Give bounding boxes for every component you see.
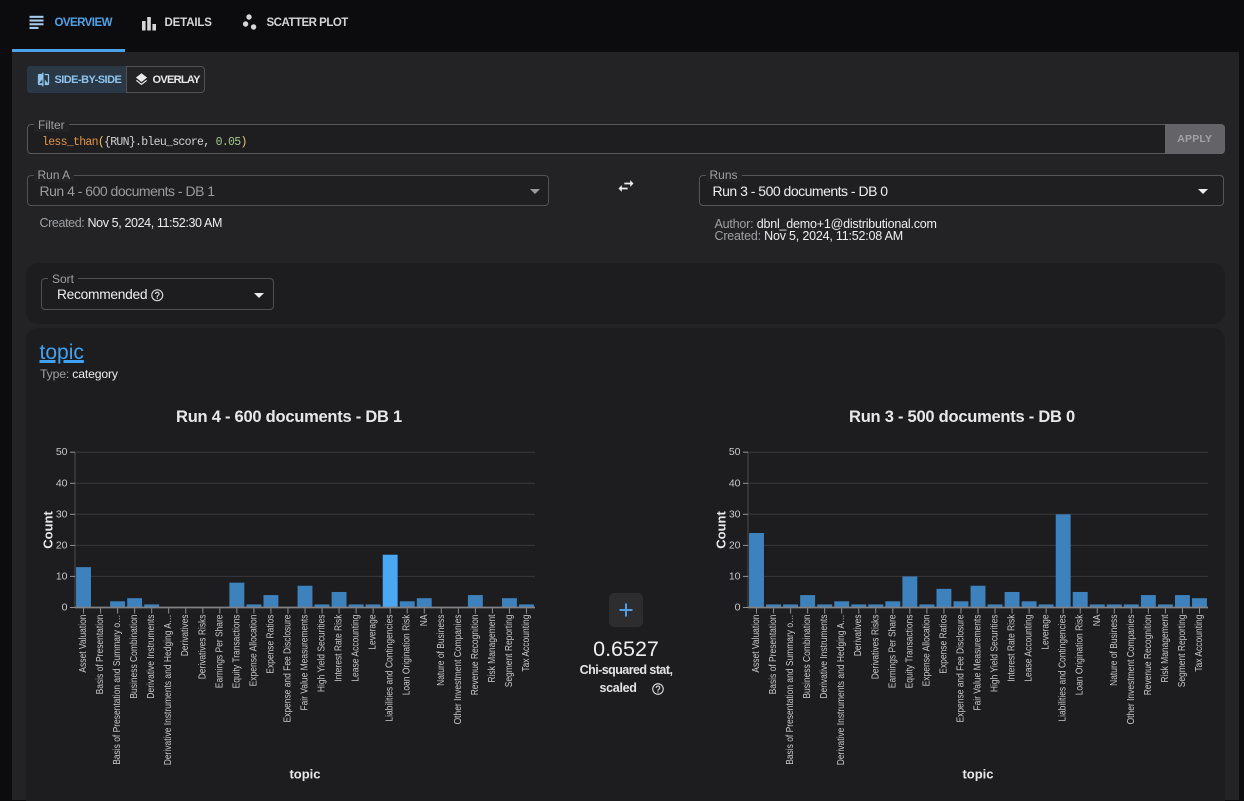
svg-text:0: 0 — [735, 602, 741, 614]
svg-text:Liabilities and Contingencies: Liabilities and Contingencies — [385, 615, 396, 722]
svg-text:Tax Accounting: Tax Accounting — [521, 615, 532, 672]
svg-text:Derivatives: Derivatives — [853, 615, 864, 657]
svg-text:Expense Allocation: Expense Allocation — [248, 615, 259, 687]
svg-text:Interest Rate Risk: Interest Rate Risk — [334, 614, 345, 682]
svg-text:Derivatives Risks: Derivatives Risks — [197, 615, 208, 680]
svg-text:Derivative Instruments: Derivative Instruments — [819, 615, 830, 699]
svg-text:Equity Transactions: Equity Transactions — [904, 615, 915, 689]
svg-text:Derivative Instruments: Derivative Instruments — [146, 615, 157, 699]
svg-text:50: 50 — [729, 446, 741, 458]
svg-text:Run 3 - 500 documents - DB 0: Run 3 - 500 documents - DB 0 — [849, 408, 1075, 426]
svg-text:Loan Origination Risk: Loan Origination Risk — [1075, 614, 1086, 696]
svg-text:Segment Reporting: Segment Reporting — [1177, 615, 1188, 688]
svg-text:topic: topic — [289, 767, 320, 782]
svg-text:Interest Rate Risk: Interest Rate Risk — [1007, 614, 1018, 682]
svg-text:Segment Reporting: Segment Reporting — [504, 615, 515, 688]
svg-text:Tax Accounting: Tax Accounting — [1194, 615, 1205, 672]
svg-text:Fair Value Measurements: Fair Value Measurements — [300, 615, 311, 711]
svg-text:Derivative Instruments and Hed: Derivative Instruments and Hedging A… — [836, 615, 847, 766]
svg-text:Liabilities and Contingencies: Liabilities and Contingencies — [1058, 615, 1069, 722]
svg-text:Leverage: Leverage — [368, 614, 379, 650]
svg-text:40: 40 — [729, 477, 741, 489]
svg-text:50: 50 — [56, 446, 68, 458]
svg-text:Asset Valuation: Asset Valuation — [78, 615, 89, 673]
svg-text:Nature of Business: Nature of Business — [1109, 615, 1120, 686]
svg-text:Nature of Business: Nature of Business — [436, 615, 447, 686]
svg-text:Basis of Presentation and Summ: Basis of Presentation and Summary o… — [785, 615, 796, 765]
svg-text:Expense Ratios: Expense Ratios — [938, 615, 949, 674]
svg-text:Risk Management: Risk Management — [487, 614, 498, 682]
svg-text:High Yield Securities: High Yield Securities — [990, 615, 1001, 693]
svg-text:Other Investment Companies: Other Investment Companies — [1126, 615, 1137, 725]
svg-text:20: 20 — [56, 539, 68, 551]
svg-text:Run 4 - 600 documents - DB 1: Run 4 - 600 documents - DB 1 — [176, 408, 402, 426]
svg-text:40: 40 — [56, 477, 68, 489]
svg-text:10: 10 — [729, 570, 741, 582]
svg-text:Count: Count — [714, 511, 729, 549]
svg-text:30: 30 — [56, 508, 68, 520]
svg-text:NA: NA — [1092, 614, 1103, 626]
svg-text:Expense and Fee Disclosure: Expense and Fee Disclosure — [955, 614, 966, 722]
svg-text:Earnings Per Share: Earnings Per Share — [214, 614, 225, 688]
svg-text:Revenue Recognition: Revenue Recognition — [1143, 615, 1154, 696]
svg-text:topic: topic — [962, 767, 993, 782]
svg-text:Loan Origination Risk: Loan Origination Risk — [402, 614, 413, 696]
svg-text:Derivatives: Derivatives — [180, 615, 191, 657]
svg-text:NA: NA — [419, 614, 430, 626]
svg-text:Basis of Presentation: Basis of Presentation — [95, 615, 106, 695]
svg-text:Other Investment Companies: Other Investment Companies — [453, 615, 464, 725]
svg-text:Risk Management: Risk Management — [1160, 614, 1171, 682]
svg-text:Fair Value Measurements: Fair Value Measurements — [973, 615, 984, 711]
svg-text:Asset Valuation: Asset Valuation — [751, 615, 762, 673]
svg-text:Revenue Recognition: Revenue Recognition — [470, 615, 481, 696]
svg-text:Derivative Instruments and Hed: Derivative Instruments and Hedging A… — [163, 615, 174, 766]
svg-text:20: 20 — [729, 539, 741, 551]
svg-text:0: 0 — [62, 602, 68, 614]
svg-text:Business Combination: Business Combination — [129, 615, 140, 699]
svg-text:Business Combination: Business Combination — [802, 615, 813, 699]
svg-text:Expense Allocation: Expense Allocation — [921, 615, 932, 687]
svg-text:Expense Ratios: Expense Ratios — [265, 615, 276, 674]
svg-text:Lease Accounting: Lease Accounting — [351, 615, 362, 682]
svg-text:30: 30 — [729, 508, 741, 520]
svg-text:Derivatives Risks: Derivatives Risks — [870, 615, 881, 680]
svg-text:Lease Accounting: Lease Accounting — [1024, 615, 1035, 682]
svg-text:Expense and Fee Disclosure: Expense and Fee Disclosure — [282, 614, 293, 722]
svg-text:Equity Transactions: Equity Transactions — [231, 615, 242, 689]
svg-text:Earnings Per Share: Earnings Per Share — [887, 614, 898, 688]
svg-text:Basis of Presentation and Summ: Basis of Presentation and Summary o… — [112, 615, 123, 765]
svg-text:High Yield Securities: High Yield Securities — [317, 615, 328, 693]
svg-text:10: 10 — [56, 570, 68, 582]
svg-text:Basis of Presentation: Basis of Presentation — [768, 615, 779, 695]
svg-text:Count: Count — [41, 511, 56, 549]
svg-text:Leverage: Leverage — [1041, 614, 1052, 650]
